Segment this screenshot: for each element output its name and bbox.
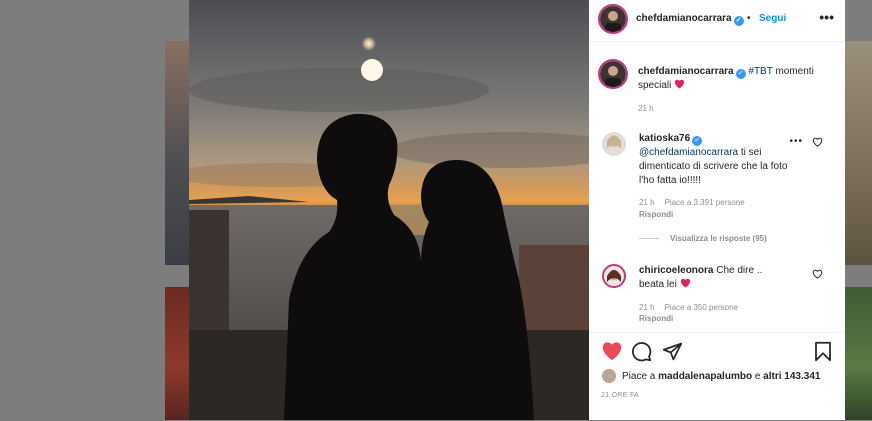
comment-username[interactable]: katioska76: [639, 133, 690, 144]
comment-mention[interactable]: @chefdamianocarrara: [639, 147, 738, 158]
author-avatar[interactable]: [598, 4, 628, 34]
verified-icon: ✓: [735, 69, 746, 79]
comment-likes[interactable]: Piace a 350 persone: [665, 303, 738, 312]
heart-icon[interactable]: [601, 341, 623, 361]
comment-username[interactable]: chiricoeleonora: [639, 265, 713, 276]
comment-icon[interactable]: [631, 341, 652, 362]
comment-options-icon[interactable]: •••: [789, 136, 803, 147]
caption-avatar[interactable]: [598, 59, 628, 89]
more-icon[interactable]: •••: [819, 9, 834, 25]
reply-button[interactable]: Rispondi: [639, 314, 673, 323]
post-header: chefdamianocarrara ✓ • Segui •••: [589, 0, 845, 42]
background-post-thumbnail[interactable]: [845, 287, 872, 420]
post-detail-panel: chefdamianocarrara ✓ • Segui ••• chefdami…: [589, 0, 845, 420]
red-heart-emoji: [680, 278, 690, 288]
liker-avatar[interactable]: [602, 369, 616, 383]
caption-username[interactable]: chefdamianocarrara: [638, 66, 734, 77]
comment-time[interactable]: 21 h: [639, 198, 655, 207]
caption-text: chefdamianocarrara ✓ #TBT momenti special…: [638, 65, 833, 93]
bookmark-icon[interactable]: [814, 341, 832, 362]
likes-prefix: Piace a: [622, 371, 659, 382]
likes-others[interactable]: altri 143.341: [763, 371, 820, 382]
verified-icon: ✓: [692, 136, 703, 146]
comment-time[interactable]: 21 h: [639, 303, 655, 312]
comment-text: chiricoeleonora Che dire .. beata lei: [639, 264, 789, 292]
likes-mid: e: [752, 371, 764, 382]
comment-likes[interactable]: Piace a 3.391 persone: [665, 198, 745, 207]
replies-divider: [639, 238, 659, 239]
heart-icon[interactable]: [812, 269, 823, 279]
reply-button[interactable]: Rispondi: [639, 210, 673, 219]
comment-meta: 21 h Piace a 350 persone: [639, 303, 748, 312]
comment-text: katioska76 ✓ @chefdamianocarrara ti sei d…: [639, 132, 789, 188]
background-post-thumbnail[interactable]: [165, 287, 190, 420]
likes-summary: Piace a maddalenapalumbo e altri 143.341: [622, 371, 820, 382]
share-icon[interactable]: [662, 341, 683, 362]
background-post-thumbnail[interactable]: [845, 41, 872, 265]
author-username[interactable]: chefdamianocarrara ✓: [636, 13, 744, 26]
heart-icon[interactable]: [812, 137, 823, 147]
post-photo-image: [189, 0, 589, 420]
comment-meta: 21 h Piace a 3.391 persone: [639, 198, 755, 207]
header-separator: •: [747, 13, 751, 24]
background-post-thumbnail[interactable]: [165, 41, 190, 265]
commenter-avatar[interactable]: [602, 264, 626, 288]
liker-username[interactable]: maddalenapalumbo: [658, 371, 752, 382]
verified-icon: ✓: [733, 16, 744, 26]
red-heart-emoji: [675, 79, 685, 89]
commenter-avatar[interactable]: [602, 132, 626, 156]
follow-button[interactable]: Segui: [759, 13, 786, 24]
post-photo[interactable]: [189, 0, 589, 420]
caption-time[interactable]: 21 h: [638, 104, 654, 113]
post-timestamp[interactable]: 21 ORE FA: [601, 392, 639, 399]
post-actions: Piace a maddalenapalumbo e altri 143.341…: [589, 332, 845, 421]
caption-hashtag[interactable]: #TBT: [748, 66, 772, 77]
view-replies-button[interactable]: Visualizza le risposte (95): [670, 234, 767, 243]
